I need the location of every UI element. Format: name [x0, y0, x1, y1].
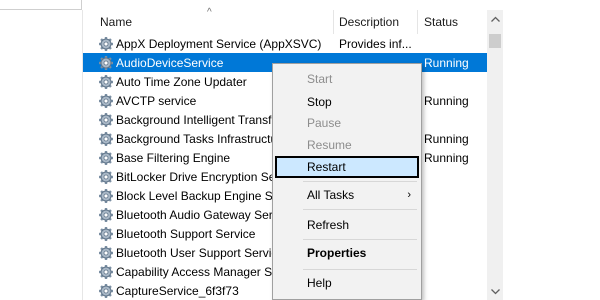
chevron-up-icon	[490, 16, 500, 22]
service-name: AppX Deployment Service (AppXSVC)	[116, 36, 322, 51]
gear-icon	[99, 131, 113, 146]
gear-icon	[99, 55, 113, 70]
column-header-description[interactable]: Description	[334, 10, 418, 34]
service-status: Running	[424, 131, 469, 146]
service-status: Running	[424, 55, 469, 70]
gear-icon	[99, 207, 113, 222]
menu-item-label: Properties	[307, 246, 367, 260]
service-status: Running	[424, 93, 469, 108]
menu-item-pause[interactable]: Pause	[275, 112, 419, 134]
chevron-right-icon: ›	[407, 189, 411, 201]
column-header-description-label: Description	[339, 15, 400, 29]
menu-item-help[interactable]: Help	[275, 272, 419, 294]
gear-icon	[99, 112, 113, 127]
menu-item-refresh[interactable]: Refresh	[275, 214, 419, 236]
gear-icon	[99, 245, 113, 260]
gear-icon	[99, 283, 113, 298]
menu-item-label: Help	[307, 276, 332, 290]
right-background	[503, 0, 600, 300]
gear-icon	[99, 93, 113, 108]
gear-icon	[99, 150, 113, 165]
gear-icon	[99, 264, 113, 279]
scroll-thumb[interactable]	[489, 34, 501, 48]
menu-item-label: Pause	[307, 116, 342, 130]
gear-icon	[99, 169, 113, 184]
menu-item-label: All Tasks	[307, 188, 355, 202]
gear-icon	[99, 226, 113, 241]
scroll-down-button[interactable]	[487, 283, 503, 300]
menu-separator	[303, 209, 417, 210]
gear-icon	[99, 36, 113, 51]
menu-separator	[303, 181, 417, 182]
menu-item-properties[interactable]: Properties	[275, 242, 419, 264]
menu-item-resume[interactable]: Resume	[275, 134, 419, 156]
column-header-row: ^ Name Description Status	[83, 7, 487, 34]
column-header-status-label: Status	[424, 15, 459, 29]
menu-item-restart[interactable]: Restart	[275, 156, 419, 178]
scroll-up-button[interactable]	[487, 10, 503, 27]
left-pane	[0, 0, 83, 300]
menu-item-label: Start	[307, 72, 333, 86]
column-header-status[interactable]: Status	[418, 10, 487, 34]
menu-item-label: Resume	[307, 138, 352, 152]
menu-item-label: Refresh	[307, 218, 350, 232]
context-menu: Start Stop Pause Resume Restart All Tasks › Ref…	[272, 63, 422, 300]
service-status: Running	[424, 150, 469, 165]
service-row[interactable]: AppX Deployment Service (AppXSVC) Provide…	[83, 34, 487, 53]
menu-item-all-tasks[interactable]: All Tasks ›	[275, 184, 419, 206]
gear-icon	[99, 188, 113, 203]
service-description: Provides inf...	[339, 36, 412, 51]
column-header-name-label: Name	[100, 15, 133, 29]
sort-up-icon: ^	[207, 7, 212, 18]
menu-separator	[303, 269, 417, 270]
menu-item-label: Stop	[307, 95, 332, 109]
left-pane-field	[0, 0, 82, 10]
chevron-down-icon	[490, 288, 500, 294]
menu-separator	[303, 239, 417, 240]
menu-item-label: Restart	[307, 160, 346, 174]
menu-item-start[interactable]: Start	[275, 68, 419, 90]
menu-item-stop[interactable]: Stop	[275, 91, 419, 113]
column-header-name[interactable]: ^ Name	[83, 7, 334, 34]
gear-icon	[99, 74, 113, 89]
vertical-scrollbar[interactable]	[487, 10, 503, 300]
